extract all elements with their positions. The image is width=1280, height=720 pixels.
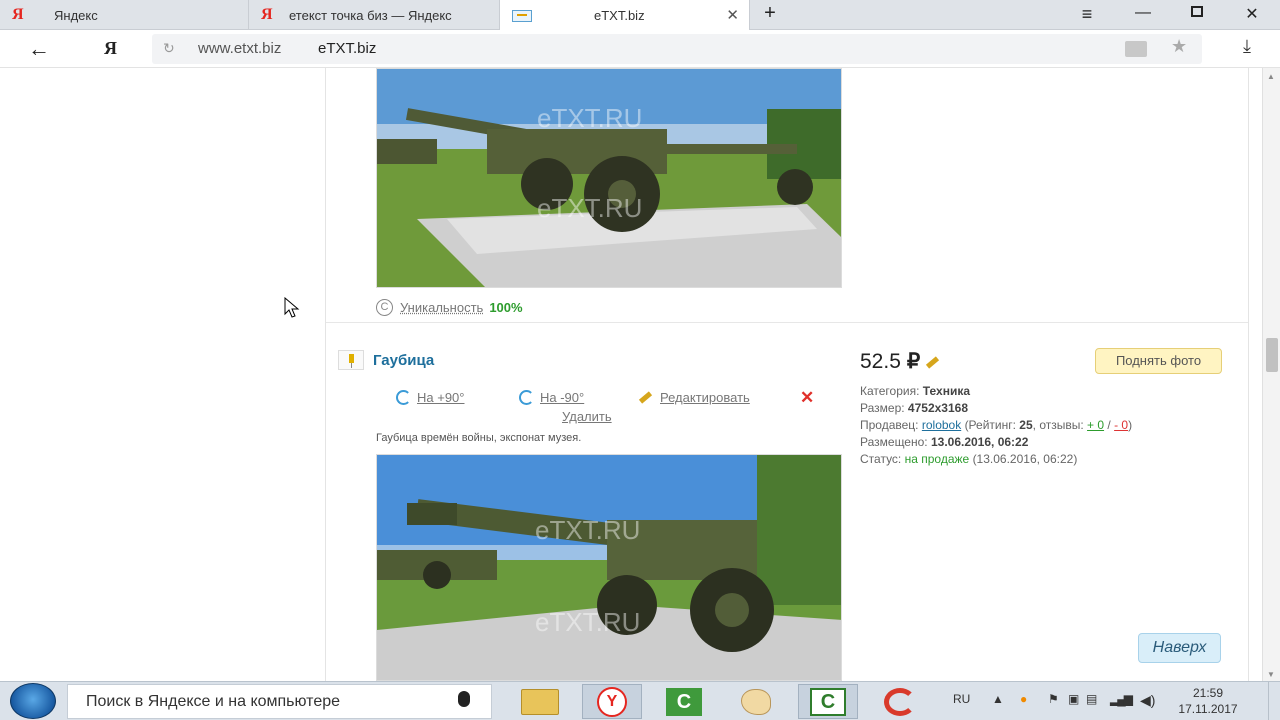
camtasia-recorder-icon[interactable]: C	[798, 684, 858, 719]
item-description: Гаубица времён войны, экспонат музея.	[376, 432, 582, 444]
vertical-scrollbar[interactable]: ▲ ▼	[1262, 68, 1280, 681]
download-icon[interactable]: ⤓	[1243, 36, 1251, 57]
item-price: 52.5 ₽	[860, 349, 940, 374]
pencil-icon	[638, 391, 653, 404]
tab-label: етекст точка биз — Яндекс	[289, 7, 452, 23]
howitzer-photo-image: eTXT.RU eTXT.RU	[377, 69, 841, 287]
uniqueness-row: C Уникальность 100%	[376, 299, 523, 316]
rotate-minus-action[interactable]: На -90°	[519, 390, 584, 405]
reload-icon[interactable]: ↻	[163, 40, 175, 57]
item-photo[interactable]: eTXT.RU eTXT.RU	[376, 454, 842, 681]
microphone-icon[interactable]	[458, 691, 470, 707]
scrollbar-thumb[interactable]	[1266, 338, 1278, 372]
url-text[interactable]: www.etxt.biz	[198, 40, 281, 57]
address-bar: ← Я ↻ www.etxt.biz eTXT.biz ★ ⤓	[0, 30, 1280, 68]
window-icon[interactable]: ▤	[1086, 692, 1097, 706]
volume-icon[interactable]: ◀)	[1140, 692, 1155, 709]
svg-text:eTXT.RU: eTXT.RU	[535, 515, 640, 545]
clock[interactable]: 21:59 17.11.2017	[1176, 685, 1240, 717]
page-content: eTXT.RU eTXT.RU C Уникальность 100% Гауб…	[0, 68, 1262, 681]
edit-action[interactable]: Редактировать	[638, 390, 750, 405]
photo-previous[interactable]: eTXT.RU eTXT.RU	[376, 68, 842, 288]
meta-category: Категория: Техника	[860, 384, 971, 398]
price-value: 52.5	[860, 350, 901, 373]
scroll-up-icon[interactable]: ▲	[1267, 72, 1275, 81]
item-divider	[326, 322, 1248, 323]
url-field[interactable]	[152, 34, 1202, 64]
device-icon[interactable]: ▣	[1068, 692, 1079, 706]
clock-date: 17.11.2017	[1178, 702, 1238, 716]
close-window-icon[interactable]: ✕	[1242, 4, 1262, 24]
browser-tab-strip: Я Яндекс Я етекст точка биз — Яндекс eTX…	[0, 0, 1280, 31]
etxt-icon	[512, 9, 532, 22]
tray-expand-icon[interactable]: ▲	[992, 692, 1004, 706]
page-title-text: eTXT.biz	[318, 40, 377, 57]
back-arrow-icon[interactable]: ←	[28, 36, 50, 62]
item-title-link[interactable]: Гаубица	[373, 352, 434, 369]
edit-price-icon[interactable]	[926, 356, 940, 369]
yandex-icon: Я	[261, 6, 273, 23]
yandex-logo[interactable]: Я	[104, 38, 117, 59]
action-center-flag-icon[interactable]: ⚑	[1048, 692, 1059, 706]
menu-icon[interactable]: ≡	[1077, 4, 1097, 25]
delete-link[interactable]: Удалить	[562, 409, 612, 424]
yandex-browser-icon[interactable]: Y	[582, 684, 642, 719]
rotate-plus-link[interactable]: На +90°	[417, 390, 464, 405]
positive-reviews-link[interactable]: + 0	[1087, 418, 1104, 432]
seller-link[interactable]: rolobok	[922, 418, 961, 432]
start-button[interactable]	[10, 683, 56, 719]
network-signal-icon[interactable]: ▂▄▆	[1110, 692, 1133, 706]
maximize-icon[interactable]	[1187, 4, 1207, 22]
pin-icon[interactable]	[338, 350, 364, 370]
ccleaner-icon[interactable]	[870, 684, 930, 719]
back-to-top-button[interactable]: Наверх	[1138, 633, 1221, 663]
taskbar-search-field[interactable]: Поиск в Яндексе и на компьютере	[67, 684, 492, 719]
show-desktop-button[interactable]	[1268, 682, 1280, 720]
camtasia-icon[interactable]: C	[654, 684, 714, 719]
tab-etxt[interactable]: eTXT.biz ✕	[500, 0, 750, 31]
avast-icon[interactable]: ●	[1020, 692, 1027, 706]
svg-text:eTXT.RU: eTXT.RU	[537, 193, 642, 223]
meta-placed: Размещено: 13.06.2016, 06:22	[860, 435, 1029, 449]
new-tab-button[interactable]: +	[760, 2, 780, 25]
copyright-icon: C	[376, 299, 393, 316]
negative-reviews-link[interactable]: - 0	[1114, 418, 1128, 432]
currency-sign: ₽	[906, 350, 921, 373]
rotate-clockwise-icon	[396, 390, 411, 405]
tab-yandex[interactable]: Я Яндекс	[0, 0, 249, 30]
tab-label: eTXT.biz	[594, 8, 645, 23]
edit-link[interactable]: Редактировать	[660, 390, 750, 405]
meta-status: Статус: на продаже (13.06.2016, 06:22)	[860, 452, 1078, 466]
uniqueness-value: 100%	[489, 300, 523, 315]
uniqueness-link[interactable]: Уникальность	[400, 300, 483, 315]
howitzer-photo-image: eTXT.RU eTXT.RU	[377, 455, 841, 680]
bookmark-star-icon[interactable]: ★	[1171, 36, 1187, 57]
raise-photo-button[interactable]: Поднять фото	[1095, 348, 1222, 374]
svg-text:eTXT.RU: eTXT.RU	[537, 103, 642, 133]
rotate-plus-action[interactable]: На +90°	[396, 390, 464, 405]
tab-label: Яндекс	[54, 7, 98, 23]
delete-icon[interactable]: ✕	[800, 388, 814, 408]
meta-seller: Продавец: rolobok (Рейтинг: 25, отзывы: …	[860, 418, 1133, 432]
meta-size: Размер: 4752x3168	[860, 401, 968, 415]
scroll-down-icon[interactable]: ▼	[1267, 670, 1275, 679]
minimize-icon[interactable]: —	[1133, 4, 1153, 22]
mouse-cursor-icon	[284, 297, 300, 318]
yandex-icon: Я	[12, 6, 24, 23]
language-indicator[interactable]: RU	[953, 692, 970, 706]
item-header: Гаубица	[338, 350, 434, 370]
tab-search-results[interactable]: Я етекст точка биз — Яндекс	[249, 0, 500, 30]
paint-icon[interactable]	[726, 684, 786, 719]
item-meta: Категория: Техника Размер: 4752x3168 Про…	[860, 383, 1132, 468]
windows-taskbar: Поиск в Яндексе и на компьютере Y C C RU…	[0, 681, 1280, 720]
clock-time: 21:59	[1192, 686, 1224, 700]
lock-icon[interactable]	[1125, 41, 1147, 57]
svg-text:eTXT.RU: eTXT.RU	[535, 607, 640, 637]
rotate-counterclockwise-icon	[519, 390, 534, 405]
close-tab-icon[interactable]: ✕	[726, 6, 739, 24]
rotate-minus-link[interactable]: На -90°	[540, 390, 584, 405]
explorer-folder-icon[interactable]	[510, 684, 570, 719]
